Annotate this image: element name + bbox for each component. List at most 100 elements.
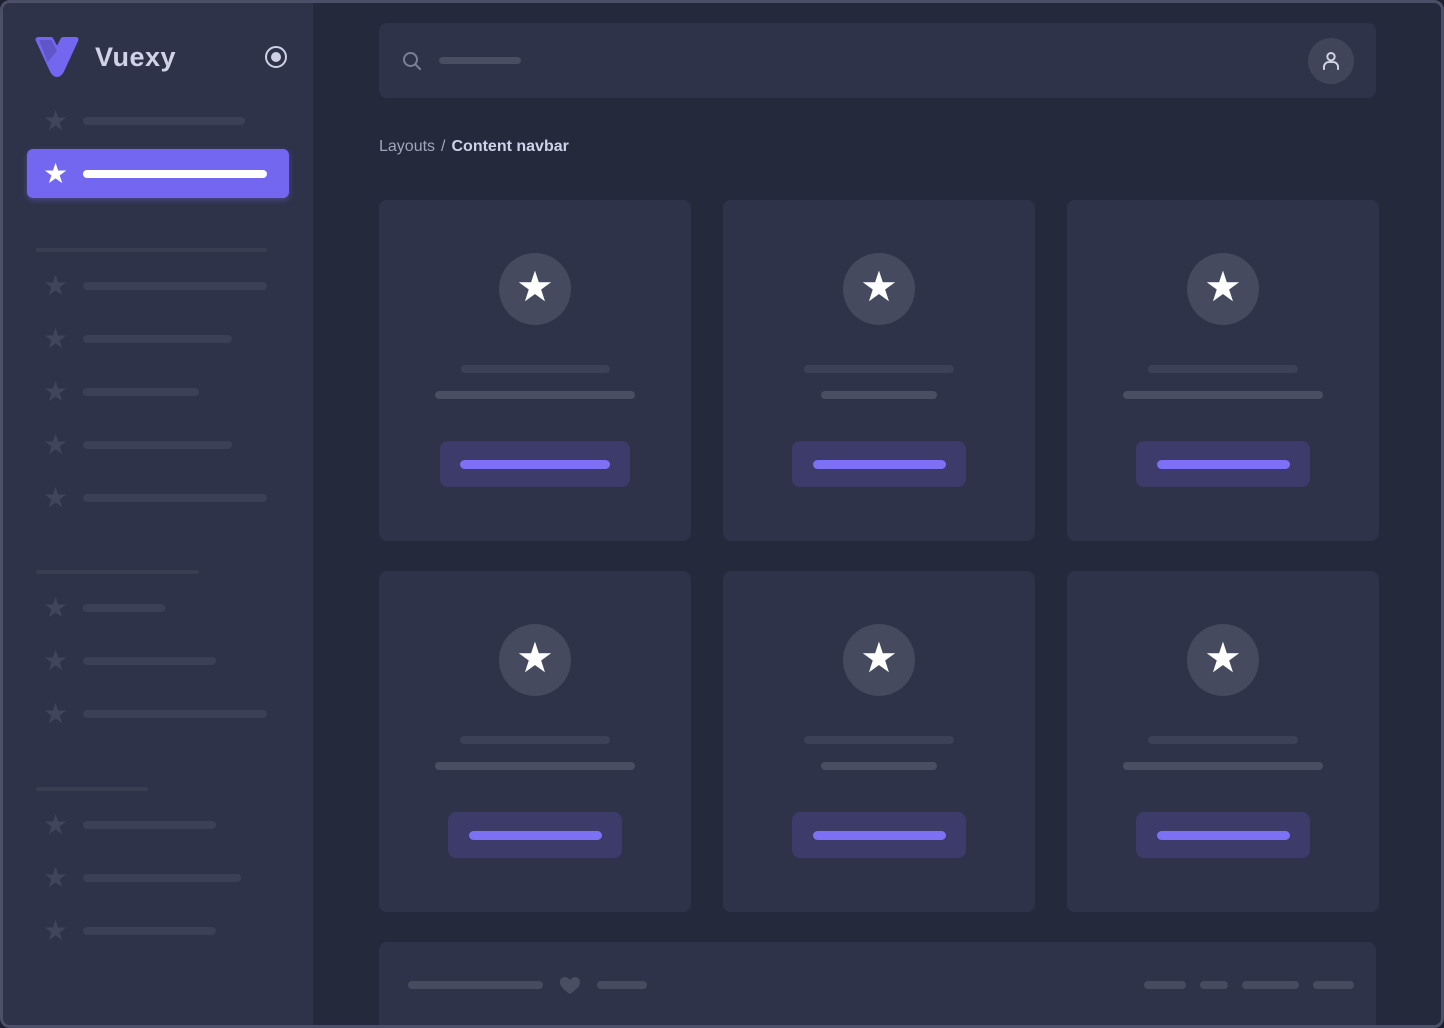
star-icon: ★ [43, 433, 67, 457]
card-avatar-circle: ★ [1187, 624, 1259, 696]
search-icon [401, 50, 423, 72]
star-icon: ★ [43, 274, 67, 298]
footer-right-skeletons [1130, 981, 1354, 989]
footer-card [379, 942, 1376, 1028]
main-content: Layouts / Content navbar ★ ★ ★ ★ ★ ★ [313, 23, 1441, 1028]
sidebar-section-header-skeleton [36, 787, 148, 791]
sidebar-header: Vuexy [3, 32, 313, 82]
sidebar-item[interactable]: ★ [3, 274, 313, 298]
sidebar-item-label-skeleton [83, 604, 165, 612]
feature-card: ★ [379, 200, 691, 541]
feature-card: ★ [723, 200, 1035, 541]
footer-link-skeleton [1200, 981, 1228, 989]
star-icon: ★ [43, 866, 67, 890]
sidebar-item-label-skeleton [83, 170, 267, 178]
sidebar-section-header-skeleton [36, 248, 267, 252]
card-button[interactable] [440, 441, 630, 487]
card-title-skeleton [1148, 365, 1298, 373]
card-title-skeleton [1148, 736, 1298, 744]
star-icon: ★ [860, 266, 898, 308]
breadcrumb: Layouts / Content navbar [379, 138, 1441, 156]
footer-link-skeleton [1313, 981, 1354, 989]
sidebar-section-header-skeleton [36, 570, 199, 574]
star-icon: ★ [43, 702, 67, 726]
card-button[interactable] [792, 812, 966, 858]
sidebar-item-label-skeleton [83, 821, 216, 829]
card-button-label-skeleton [813, 460, 946, 469]
vuexy-logo-icon [31, 37, 83, 77]
sidebar-item-label-skeleton [83, 657, 216, 665]
card-button-label-skeleton [460, 460, 610, 469]
user-avatar[interactable] [1308, 38, 1354, 84]
card-title-skeleton [460, 736, 610, 744]
sidebar-item[interactable]: ★ [3, 813, 313, 837]
footer-row [379, 942, 1376, 995]
feature-card: ★ [1067, 571, 1379, 912]
record-circle-icon[interactable] [265, 46, 287, 68]
page-title: Content navbar [452, 138, 569, 155]
card-avatar-circle: ★ [843, 624, 915, 696]
feature-card: ★ [1067, 200, 1379, 541]
footer-link-skeleton [1242, 981, 1299, 989]
card-button-label-skeleton [813, 831, 946, 840]
sidebar-item-label-skeleton [83, 927, 216, 935]
sidebar-item[interactable]: ★ [3, 596, 313, 620]
star-icon: ★ [860, 637, 898, 679]
breadcrumb-parent-link[interactable]: Layouts [379, 138, 435, 155]
footer-left-skeletons [408, 975, 647, 995]
sidebar-item[interactable]: ★ [3, 486, 313, 510]
card-button[interactable] [1136, 812, 1310, 858]
sidebar-item[interactable]: ★ [3, 327, 313, 351]
sidebar-item-label-skeleton [83, 710, 267, 718]
search-placeholder-skeleton [439, 57, 521, 64]
star-icon: ★ [1204, 266, 1242, 308]
breadcrumb-separator: / [441, 138, 445, 155]
sidebar-item-label-skeleton [83, 335, 232, 343]
footer-text-skeleton [408, 981, 543, 989]
heart-icon [559, 975, 581, 995]
sidebar-item[interactable]: ★ [3, 380, 313, 404]
card-button-label-skeleton [469, 831, 602, 840]
feature-card: ★ [723, 571, 1035, 912]
card-button[interactable] [1136, 441, 1310, 487]
sidebar-item-label-skeleton [83, 388, 199, 396]
card-subtitle-skeleton [1123, 762, 1323, 770]
sidebar: Vuexy ★ ★ ★ ★ ★ ★ ★ ★ ★ ★ ★ ★ ★ [3, 3, 313, 1025]
star-icon: ★ [43, 486, 67, 510]
search-input[interactable] [401, 50, 521, 72]
sidebar-item-label-skeleton [83, 117, 245, 125]
card-subtitle-skeleton [821, 391, 937, 399]
footer-text-skeleton [597, 981, 647, 989]
star-icon: ★ [1204, 637, 1242, 679]
top-navbar [379, 23, 1376, 98]
card-subtitle-skeleton [435, 391, 635, 399]
star-icon: ★ [516, 266, 554, 308]
user-icon [1318, 48, 1344, 74]
sidebar-item[interactable]: ★ [3, 866, 313, 890]
card-button[interactable] [792, 441, 966, 487]
sidebar-item[interactable]: ★ [3, 109, 313, 133]
brand-title: Vuexy [95, 42, 176, 73]
card-subtitle-skeleton [1123, 391, 1323, 399]
sidebar-item[interactable]: ★ [3, 702, 313, 726]
card-subtitle-skeleton [435, 762, 635, 770]
sidebar-item[interactable]: ★ [3, 433, 313, 457]
card-button[interactable] [448, 812, 622, 858]
sidebar-item[interactable]: ★ [3, 919, 313, 943]
star-icon: ★ [43, 596, 67, 620]
sidebar-item[interactable]: ★ [3, 649, 313, 673]
sidebar-item-label-skeleton [83, 494, 267, 502]
card-button-label-skeleton [1157, 460, 1290, 469]
sidebar-item-label-skeleton [83, 282, 267, 290]
star-icon: ★ [43, 380, 67, 404]
star-icon: ★ [43, 919, 67, 943]
card-subtitle-skeleton [821, 762, 937, 770]
sidebar-item-active[interactable]: ★ [27, 149, 289, 198]
sidebar-menu: ★ ★ ★ ★ ★ ★ ★ ★ ★ ★ ★ ★ ★ [3, 109, 313, 943]
star-icon: ★ [43, 813, 67, 837]
card-title-skeleton [804, 365, 954, 373]
star-icon: ★ [516, 637, 554, 679]
cards-grid: ★ ★ ★ ★ ★ ★ [379, 200, 1441, 912]
card-avatar-circle: ★ [1187, 253, 1259, 325]
card-avatar-circle: ★ [843, 253, 915, 325]
